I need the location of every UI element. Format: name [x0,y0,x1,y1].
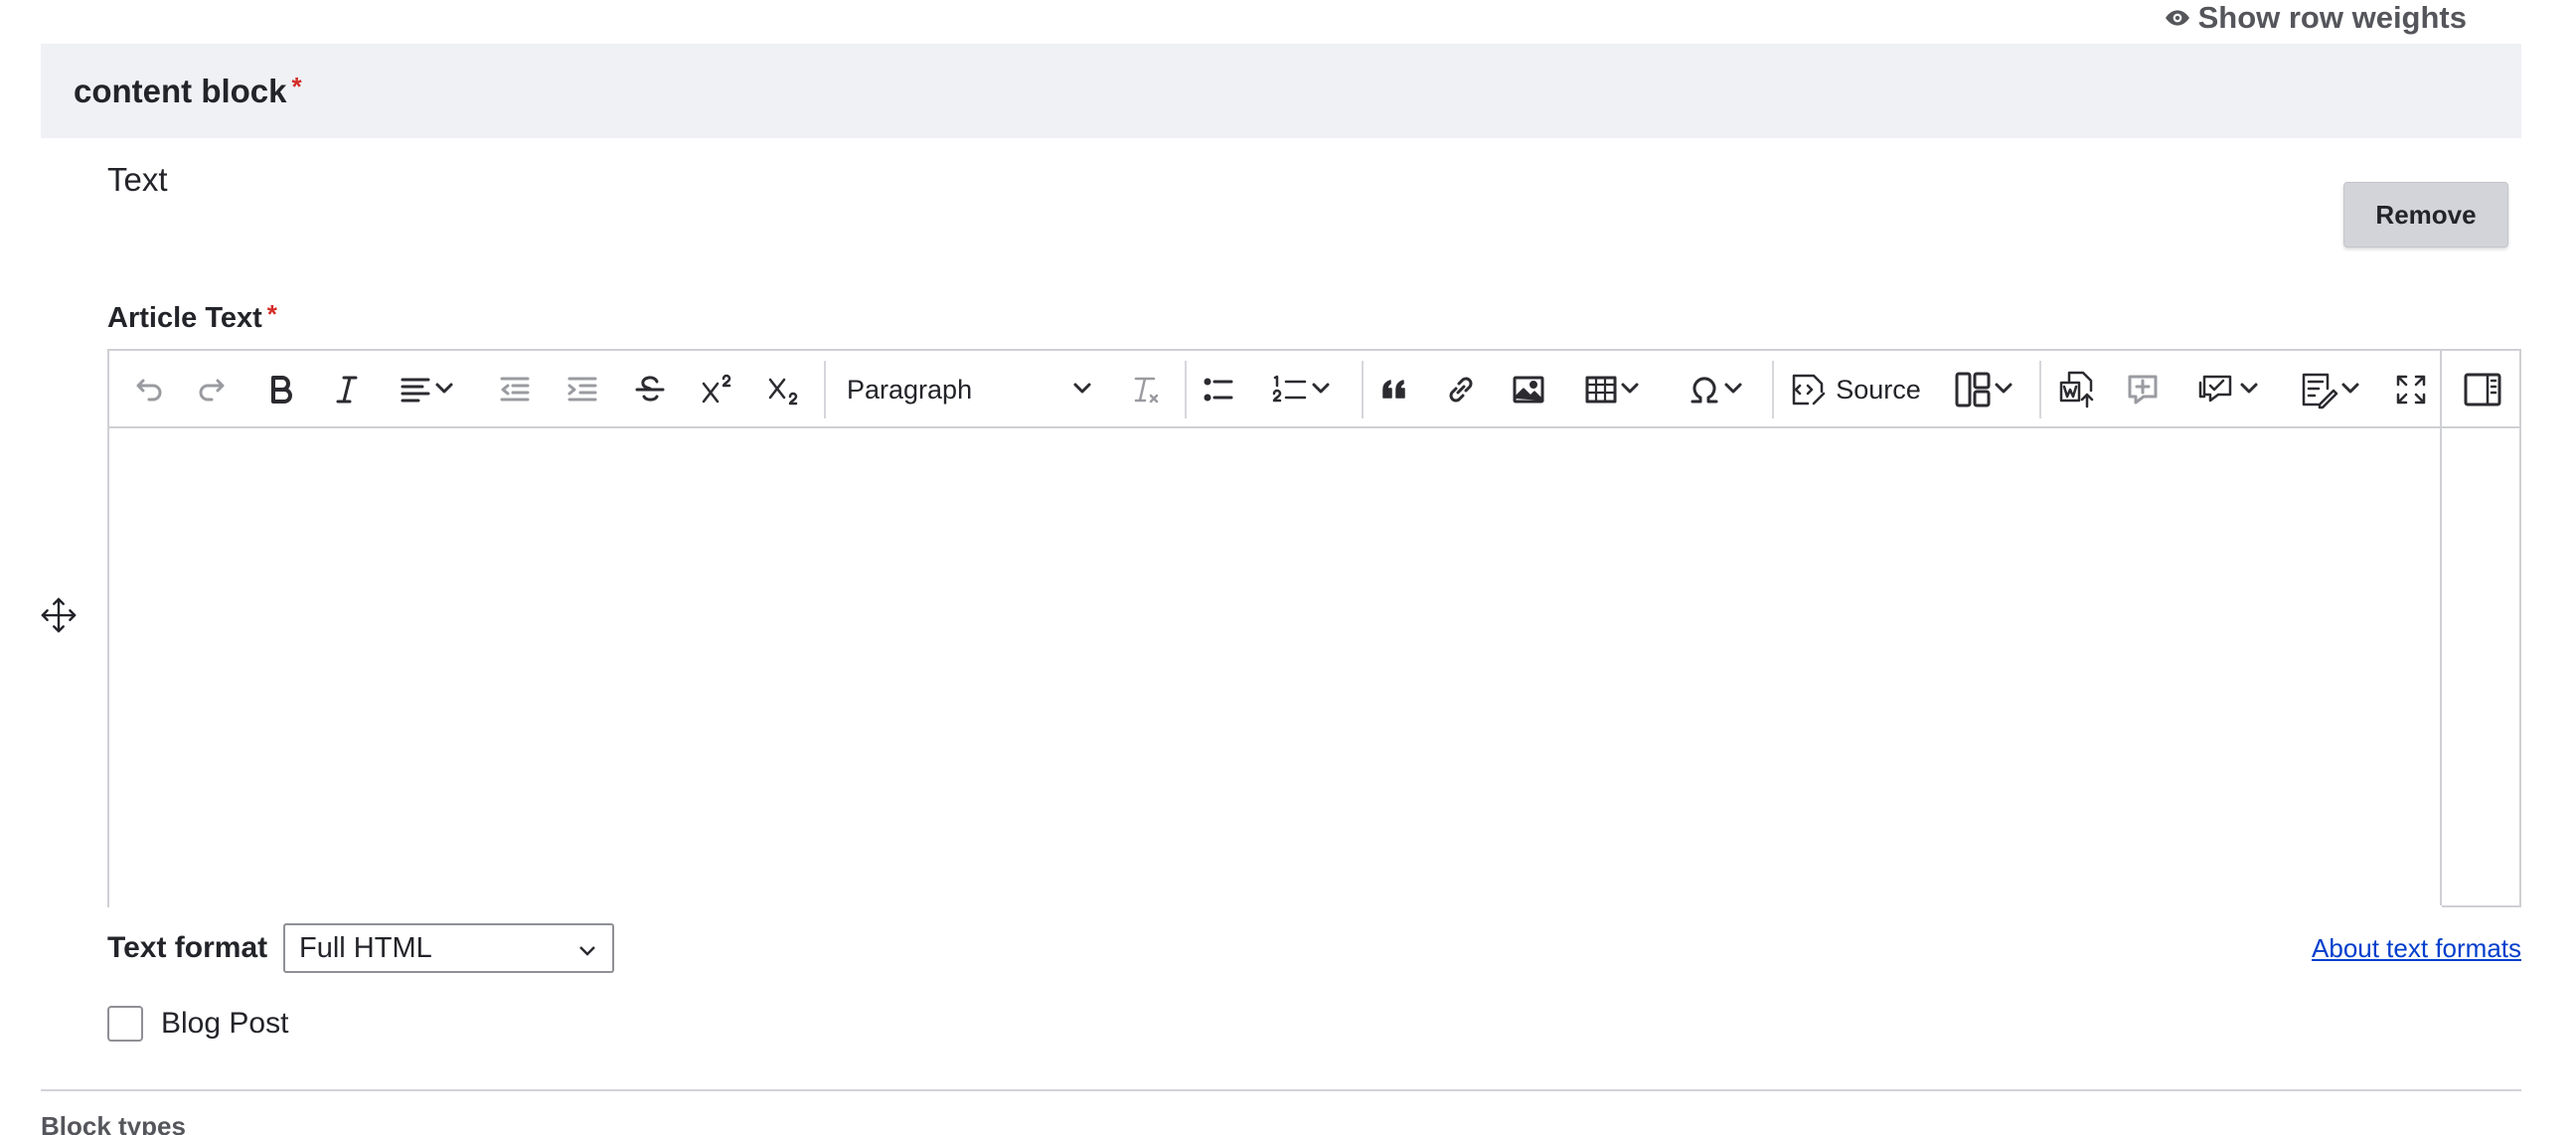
required-marker: * [291,72,302,101]
subscript-icon[interactable] [762,365,808,414]
block-types-heading: Block types [41,1111,186,1135]
heading-select[interactable]: Paragraph [835,365,1105,414]
source-button[interactable]: Source [1785,365,1924,414]
chevron-down-icon [2238,377,2260,404]
fullscreen-icon[interactable] [2389,365,2433,414]
block-title: content block [74,72,287,109]
remove-format-icon[interactable] [1123,365,1167,414]
editor-toolbar: Paragraph Source [109,351,2519,428]
special-characters-icon[interactable] [1676,365,1755,414]
bulleted-list-icon[interactable] [1197,365,1240,414]
toolbar-separator [1185,361,1187,418]
toolbar-separator [2039,361,2041,418]
align-icon[interactable] [392,365,461,414]
text-format-value: Full HTML [299,931,432,964]
block-type-label: Text [107,161,168,198]
outdent-icon[interactable] [493,365,537,414]
drag-handle-icon[interactable] [40,596,78,634]
image-icon[interactable] [1507,365,1550,414]
blog-post-label: Blog Post [161,1007,289,1040]
show-row-weights-button[interactable]: Show row weights [2165,0,2467,36]
toolbar-separator [824,361,826,418]
rich-text-editor: Paragraph Source [107,349,2521,907]
heading-select-value: Paragraph [847,374,973,405]
blog-post-checkbox[interactable] [107,1006,143,1042]
section-divider [41,1089,2521,1091]
source-label: Source [1836,374,1921,405]
add-comment-icon[interactable] [2121,365,2165,414]
block-header: content block * [41,44,2521,138]
table-icon[interactable] [1572,365,1652,414]
editor-content-area[interactable] [109,430,2442,907]
chevron-down-icon [1722,377,1744,404]
chevron-down-icon [2339,377,2361,404]
eye-icon [2165,10,2189,26]
indent-icon[interactable] [561,365,604,414]
strikethrough-icon[interactable] [628,365,672,414]
bold-icon[interactable] [258,365,302,414]
chevron-down-icon [1310,377,1332,404]
chevron-down-icon [433,377,455,404]
text-format-select[interactable]: Full HTML [283,923,614,973]
italic-icon[interactable] [325,365,369,414]
chevron-down-icon [1619,377,1641,404]
link-icon[interactable] [1439,365,1483,414]
remove-button[interactable]: Remove [2343,182,2508,247]
required-marker: * [266,299,277,329]
editor-sidebar-panel [2440,351,2519,905]
toolbar-separator [1772,361,1774,418]
chevron-down-icon [1071,377,1093,404]
article-text-label: Article Text * [107,299,277,335]
chevron-down-icon [579,946,595,956]
comments-icon[interactable] [2186,365,2270,414]
toolbar-separator [1362,361,1364,418]
superscript-icon[interactable] [696,365,741,414]
numbered-list-icon[interactable] [1262,365,1340,414]
article-text-label-text: Article Text [107,302,262,334]
show-row-weights-label: Show row weights [2197,0,2467,35]
text-format-label: Text format [107,931,268,964]
chevron-down-icon [1993,377,2014,404]
undo-icon[interactable] [125,365,169,414]
layout-icon[interactable] [1944,365,2023,414]
track-changes-icon[interactable] [2288,365,2371,414]
blockquote-icon[interactable] [1373,365,1417,414]
import-word-icon[interactable] [2053,365,2103,414]
source-icon [1792,374,1826,405]
redo-icon[interactable] [192,365,236,414]
about-text-formats-link[interactable]: About text formats [2312,933,2521,964]
